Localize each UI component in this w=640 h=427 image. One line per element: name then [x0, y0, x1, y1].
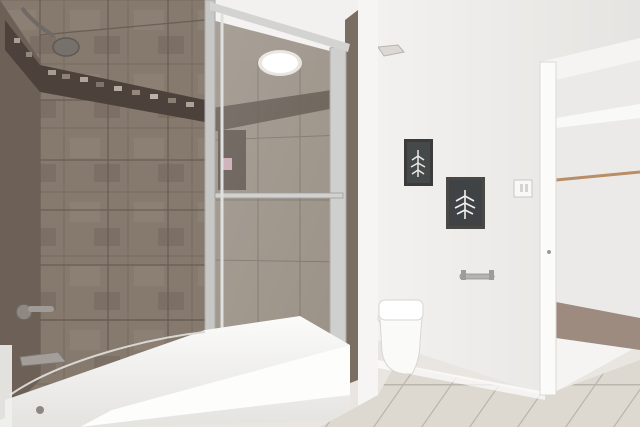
- framed-leaf-art: [446, 177, 485, 229]
- door-frame: [539, 61, 557, 396]
- closet-doorway: [539, 38, 640, 396]
- bathroom-scene: [0, 0, 640, 427]
- framed-fern-art: [404, 139, 433, 186]
- wall-corner: [358, 0, 378, 415]
- foreground-edge: [0, 345, 12, 427]
- bathroom-photo: [0, 0, 640, 427]
- door-hinge: [547, 250, 551, 254]
- towel-bar: [214, 192, 344, 199]
- tub-drain: [36, 406, 44, 414]
- closet-interior: [556, 60, 640, 340]
- shower-edge-tile: [345, 10, 358, 385]
- door-frame-right: [329, 44, 347, 353]
- door-frame-left: [204, 0, 216, 386]
